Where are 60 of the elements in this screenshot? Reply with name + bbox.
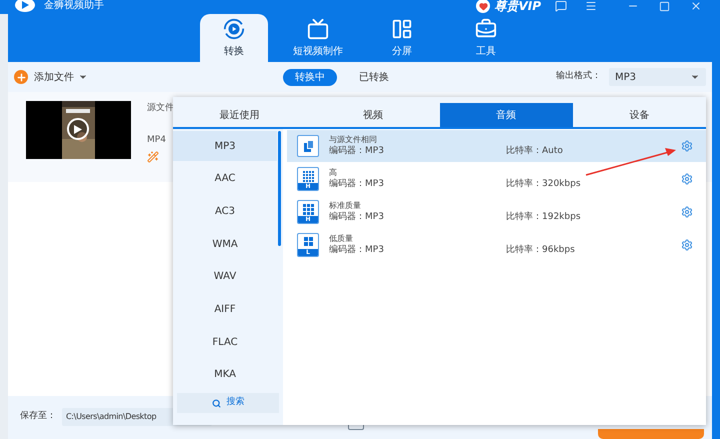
- format-tab[interactable]: 音频: [440, 103, 573, 127]
- format-item[interactable]: FLAC: [173, 327, 277, 358]
- nav-tab[interactable]: 短视频制作: [284, 14, 352, 62]
- output-format-label: 输出格式：: [556, 70, 601, 84]
- settings-icon[interactable]: [681, 173, 693, 185]
- preset-name: 高: [329, 167, 338, 178]
- format-tab[interactable]: 最近使用: [173, 103, 306, 127]
- nav-tab[interactable]: 转换: [200, 14, 268, 62]
- nav-tab[interactable]: 工具: [452, 14, 520, 62]
- format-item[interactable]: AAC: [173, 164, 277, 194]
- message-icon[interactable]: [555, 0, 567, 12]
- menu-icon[interactable]: [585, 0, 597, 12]
- settings-icon[interactable]: [681, 239, 693, 251]
- save-to-label: 保存至：: [20, 410, 56, 423]
- preset-bitrate: 比特率：Auto: [506, 144, 563, 158]
- scrollbar-thumb[interactable]: [278, 131, 281, 246]
- copy-icon: [297, 135, 319, 157]
- format-tab[interactable]: 设备: [572, 103, 706, 127]
- tv-icon: [307, 18, 329, 40]
- status-tab[interactable]: 转换中: [283, 68, 337, 86]
- status-tab[interactable]: 已转换: [347, 68, 401, 86]
- preset-bitrate: 比特率：96kbps: [506, 244, 575, 257]
- add-file-button[interactable]: 添加文件: [34, 70, 88, 84]
- play-icon[interactable]: [67, 118, 89, 140]
- convert-all-button[interactable]: [598, 428, 704, 438]
- format-item[interactable]: WMA: [173, 229, 277, 260]
- vip-icon: [476, 0, 490, 13]
- format-item[interactable]: MP3: [173, 131, 277, 161]
- toolbox-icon: [475, 18, 497, 40]
- maximize-icon[interactable]: [659, 0, 670, 12]
- format-item[interactable]: MKA: [173, 360, 277, 390]
- close-icon[interactable]: [690, 0, 702, 12]
- format-tab[interactable]: 视频: [306, 103, 440, 127]
- split-screen-icon: [391, 18, 413, 40]
- format-item[interactable]: AIFF: [173, 294, 277, 324]
- output-format-dropdown[interactable]: MP3: [609, 68, 706, 86]
- format-item[interactable]: WAV: [173, 262, 277, 292]
- vip-label[interactable]: 尊贵VIP: [494, 0, 541, 12]
- magic-wand-icon[interactable]: [147, 151, 159, 163]
- preset-name: 标准质量: [329, 200, 362, 211]
- convert-icon: [223, 18, 245, 40]
- settings-icon[interactable]: [681, 140, 693, 152]
- preset-codec: 编码器：MP3: [329, 211, 385, 224]
- preset-bitrate: 比特率：320kbps: [506, 178, 581, 191]
- format-item[interactable]: AC3: [173, 196, 277, 226]
- preset-codec: 编码器：MP3: [329, 145, 385, 158]
- window-title: 金狮视频助手: [44, 1, 104, 11]
- add-icon[interactable]: [14, 70, 28, 84]
- file-name: 源文件: [147, 102, 174, 115]
- preset-bitrate: 比特率：192kbps: [506, 210, 581, 224]
- preset-row[interactable]: 与源文件相同 编码器：MP3 比特率：Auto: [287, 130, 706, 162]
- search-icon: [212, 398, 220, 408]
- settings-icon[interactable]: [681, 206, 693, 218]
- preset-name: 低质量: [329, 233, 354, 244]
- file-format: MP4: [147, 134, 167, 146]
- preset-codec: 编码器：MP3: [329, 244, 385, 257]
- search-button[interactable]: 搜索: [177, 393, 279, 413]
- nav-tab[interactable]: 分屏: [368, 14, 436, 62]
- preset-codec: 编码器：MP3: [329, 178, 385, 191]
- preset-name: 与源文件相同: [329, 134, 378, 145]
